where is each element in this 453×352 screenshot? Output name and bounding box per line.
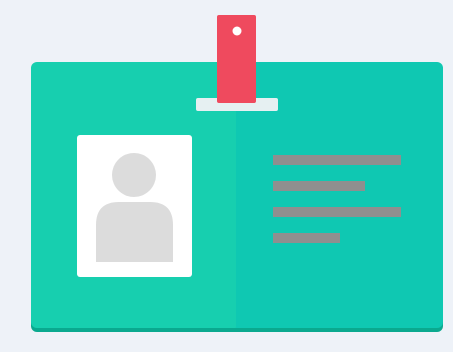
clip-hole (232, 26, 242, 36)
info-line (273, 181, 365, 191)
info-line (273, 207, 401, 217)
info-line (273, 155, 401, 165)
avatar-body (96, 202, 173, 262)
id-card-illustration (0, 0, 453, 352)
info-line (273, 233, 340, 243)
id-badge-icon (31, 15, 443, 332)
avatar-head (112, 153, 156, 197)
